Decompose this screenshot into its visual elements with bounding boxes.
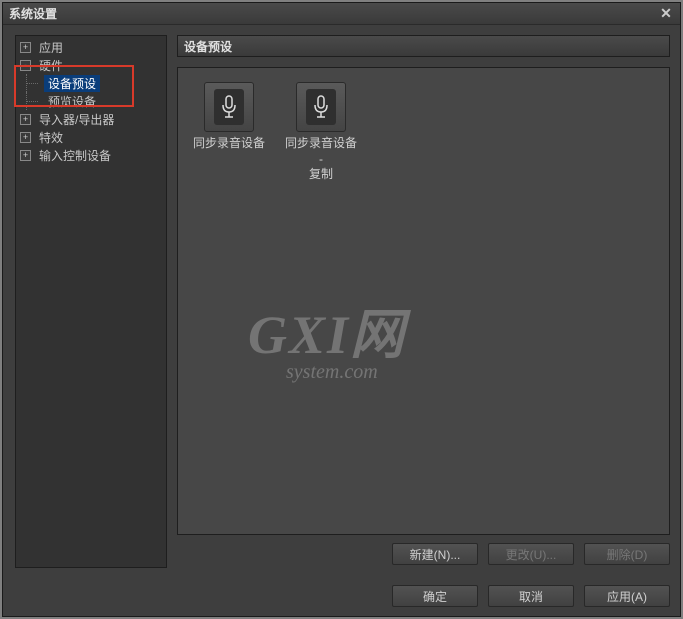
tree-item-label: 输入控制设备 (35, 147, 115, 164)
tree-item[interactable]: + 输入控制设备 (16, 146, 166, 164)
preset-label: 同步录音设备 (193, 136, 265, 152)
expand-icon[interactable]: + (20, 150, 31, 161)
preset-item[interactable]: 同步录音设备 - 复制 (284, 82, 358, 183)
expand-icon[interactable]: + (20, 132, 31, 143)
close-icon[interactable]: ✕ (658, 6, 674, 22)
watermark-subtext: system.com (286, 361, 406, 384)
tree-item-label: 应用 (35, 39, 67, 56)
tree-item[interactable]: 设备预设 (16, 74, 166, 92)
tree-item-label: 设备预设 (44, 75, 100, 92)
tree-item[interactable]: + 应用 (16, 38, 166, 56)
system-settings-dialog: 系统设置 ✕ +应用-硬件设备预设预览设备+导入器/导出器+特效+输入控制设备 … (2, 2, 681, 617)
new-button[interactable]: 新建(N)... (392, 543, 478, 565)
microphone-icon (296, 82, 346, 132)
watermark: GXI网 system.com (248, 290, 406, 384)
delete-button[interactable]: 删除(D) (584, 543, 670, 565)
window-title: 系统设置 (9, 5, 658, 22)
preset-label: 同步录音设备 - 复制 (284, 136, 358, 183)
tree-item[interactable]: -硬件 (16, 56, 166, 74)
tree-item[interactable]: + 特效 (16, 128, 166, 146)
tree-item-label: 特效 (35, 129, 67, 146)
collapse-icon[interactable]: - (20, 60, 31, 71)
panel-title: 设备预设 (184, 38, 232, 55)
dialog-body: +应用-硬件设备预设预览设备+导入器/导出器+特效+输入控制设备 设备预设 (3, 25, 680, 616)
tree-item[interactable]: + 导入器/导出器 (16, 110, 166, 128)
panel-header: 设备预设 (177, 35, 670, 57)
cancel-button[interactable]: 取消 (488, 585, 574, 607)
change-button[interactable]: 更改(U)... (488, 543, 574, 565)
tree-item-label: 导入器/导出器 (35, 111, 118, 128)
preset-item[interactable]: 同步录音设备 (192, 82, 266, 152)
tree-item[interactable]: 预览设备 (16, 92, 166, 110)
sidebar-tree: + 应用-硬件设备预设预览设备 + 导入器/导出器 + 特效 + 输入控制设备 (15, 35, 167, 568)
footer-button-row: 确定 取消 应用(A) (177, 585, 670, 607)
titlebar: 系统设置 ✕ (3, 3, 680, 25)
tree-item-label: 硬件 (35, 57, 67, 74)
expand-icon[interactable]: + (20, 42, 31, 53)
watermark-text: GXI网 (248, 290, 406, 369)
ok-button[interactable]: 确定 (392, 585, 478, 607)
tree-item-label: 预览设备 (44, 93, 100, 110)
panel-button-row: 新建(N)... 更改(U)... 删除(D) (177, 543, 670, 565)
apply-button[interactable]: 应用(A) (584, 585, 670, 607)
microphone-icon (204, 82, 254, 132)
preset-grid: 同步录音设备 同步录音设备 - 复制 GXI网 (177, 67, 670, 535)
expand-icon[interactable]: + (20, 114, 31, 125)
